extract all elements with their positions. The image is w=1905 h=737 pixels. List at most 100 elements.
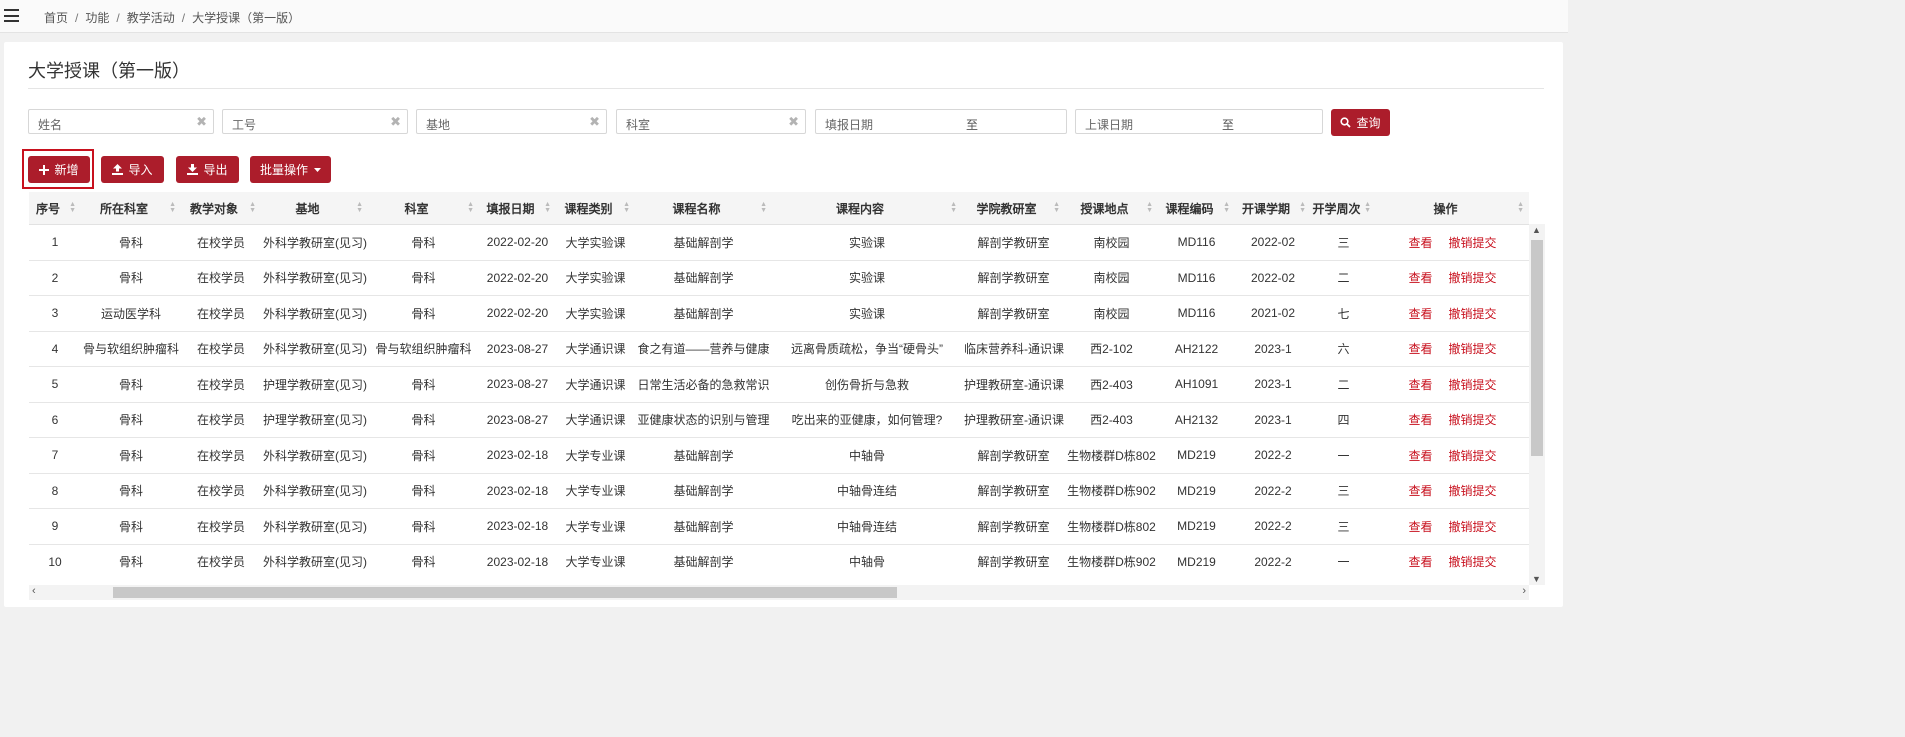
view-link[interactable]: 查看 <box>1408 271 1432 285</box>
column-header[interactable]: 所在科室 ▲ ▼ <box>81 192 181 225</box>
class-date-range-input[interactable]: 上课日期 至 <box>1075 109 1323 134</box>
column-header[interactable]: 课程类别 ▲ ▼ <box>556 192 635 225</box>
search-button-label: 查询 <box>1356 116 1381 130</box>
breadcrumb-teaching-activity[interactable]: 教学活动 <box>127 11 175 25</box>
table-row: 5 骨科 在校学员 护理学教研室(见习) 骨科 2023-08-27 大学通识课 日常生活必备… <box>29 366 1529 403</box>
column-header[interactable]: 课程内容 ▲ ▼ <box>772 192 962 225</box>
sort-icon[interactable]: ▲ ▼ <box>169 201 176 214</box>
column-header[interactable]: 科室 ▲ ▼ <box>368 192 479 225</box>
add-button[interactable]: 新增 <box>28 156 90 183</box>
column-header[interactable]: 操作 ▲ ▼ <box>1376 192 1529 225</box>
column-header[interactable]: 开课学期 ▲ ▼ <box>1235 192 1311 225</box>
table-cell: 骨科 <box>368 508 479 545</box>
view-link[interactable]: 查看 <box>1408 378 1432 392</box>
table-cell: 骨科 <box>368 473 479 509</box>
sort-icon[interactable]: ▲ ▼ <box>1223 201 1230 214</box>
view-link[interactable]: 查看 <box>1408 449 1432 463</box>
table-cell: MD219 <box>1158 508 1235 545</box>
view-link[interactable]: 查看 <box>1408 342 1432 356</box>
column-header[interactable]: 基地 ▲ ▼ <box>261 192 368 225</box>
breadcrumb-home[interactable]: 首页 <box>44 11 68 25</box>
horizontal-scroll-thumb[interactable] <box>113 587 897 598</box>
hamburger-menu-icon[interactable] <box>4 9 19 22</box>
revoke-submit-link[interactable]: 撤销提交 <box>1449 555 1497 569</box>
scroll-left-icon[interactable]: ‹ <box>32 585 36 597</box>
batch-operations-dropdown[interactable]: 批量操作 <box>250 156 331 183</box>
revoke-submit-link[interactable]: 撤销提交 <box>1449 520 1497 534</box>
table-cell: 1 <box>29 224 81 261</box>
id-filter-input[interactable]: 工号 ✖ <box>222 109 408 134</box>
view-link[interactable]: 查看 <box>1408 236 1432 250</box>
sort-icon[interactable]: ▲ ▼ <box>1146 201 1153 214</box>
scroll-up-icon[interactable]: ▲ <box>1532 225 1541 235</box>
revoke-submit-link[interactable]: 撤销提交 <box>1449 342 1497 356</box>
clear-icon[interactable]: ✖ <box>196 114 207 130</box>
fill-date-range-input[interactable]: 填报日期 至 <box>815 109 1067 134</box>
table-row: 2 骨科 在校学员 外科学教研室(见习) 骨科 2022-02-20 大学实验课 基础解剖学实… <box>29 260 1529 296</box>
view-link[interactable]: 查看 <box>1408 555 1432 569</box>
sort-icon[interactable]: ▲ ▼ <box>950 201 957 214</box>
column-header[interactable]: 教学对象 ▲ ▼ <box>181 192 261 225</box>
name-filter-input[interactable]: 姓名 ✖ <box>28 109 214 134</box>
scroll-down-icon[interactable]: ▼ <box>1532 574 1541 584</box>
revoke-submit-link[interactable]: 撤销提交 <box>1449 378 1497 392</box>
clear-icon[interactable]: ✖ <box>390 114 401 130</box>
column-header[interactable]: 开学周次 ▲ ▼ <box>1311 192 1376 225</box>
revoke-submit-link[interactable]: 撤销提交 <box>1449 307 1497 321</box>
revoke-submit-link[interactable]: 撤销提交 <box>1449 484 1497 498</box>
column-header-label: 学院教研室 <box>976 201 1037 216</box>
revoke-submit-link[interactable]: 撤销提交 <box>1449 449 1497 463</box>
vertical-scroll-thumb[interactable] <box>1531 240 1543 456</box>
import-button[interactable]: 导入 <box>101 156 164 183</box>
horizontal-scrollbar[interactable]: ‹ › <box>29 585 1529 600</box>
export-button[interactable]: 导出 <box>176 156 239 183</box>
view-link[interactable]: 查看 <box>1408 413 1432 427</box>
table-cell: 2022-2 <box>1235 437 1311 474</box>
column-header[interactable]: 课程名称 ▲ ▼ <box>635 192 772 225</box>
search-button[interactable]: 查询 <box>1331 109 1390 136</box>
table-cell: 生物楼群D栋802 <box>1065 508 1158 545</box>
table-cell: 在校学员 <box>181 366 261 403</box>
sort-icon[interactable]: ▲ ▼ <box>69 201 76 214</box>
revoke-submit-link[interactable]: 撤销提交 <box>1449 413 1497 427</box>
table-cell: 解剖学教研室 <box>962 473 1065 509</box>
column-header[interactable]: 学院教研室 ▲ ▼ <box>962 192 1065 225</box>
breadcrumb-function[interactable]: 功能 <box>85 11 109 25</box>
column-header[interactable]: 序号 ▲ ▼ <box>29 192 81 225</box>
sort-icon[interactable]: ▲ ▼ <box>356 201 363 214</box>
revoke-submit-link[interactable]: 撤销提交 <box>1449 271 1497 285</box>
clear-icon[interactable]: ✖ <box>589 114 600 130</box>
column-header[interactable]: 课程编码 ▲ ▼ <box>1158 192 1235 225</box>
table-cell: 大学实验课 <box>556 295 635 332</box>
sort-icon[interactable]: ▲ ▼ <box>760 201 767 214</box>
scroll-right-icon[interactable]: › <box>1522 585 1526 597</box>
table-cell: 基础解剖学 <box>635 260 772 296</box>
table-cell: 外科学教研室(见习) <box>261 331 368 367</box>
table-cell: 实验课 <box>772 295 962 332</box>
sort-icon[interactable]: ▲ ▼ <box>623 201 630 214</box>
table-cell: 骨科 <box>368 366 479 403</box>
sort-icon[interactable]: ▲ ▼ <box>467 201 474 214</box>
column-header[interactable]: 填报日期 ▲ ▼ <box>479 192 556 225</box>
revoke-submit-link[interactable]: 撤销提交 <box>1449 236 1497 250</box>
table-cell: 远离骨质疏松，争当“硬骨头” <box>772 331 962 367</box>
table-cell: 生物楼群D栋902 <box>1065 473 1158 509</box>
sort-icon[interactable]: ▲ ▼ <box>1053 201 1060 214</box>
clear-icon[interactable]: ✖ <box>788 114 799 130</box>
vertical-scrollbar[interactable]: ▲ ▼ <box>1529 224 1545 585</box>
view-link[interactable]: 查看 <box>1408 484 1432 498</box>
column-header[interactable]: 授课地点 ▲ ▼ <box>1065 192 1158 225</box>
column-header-label: 序号 <box>35 201 60 216</box>
table-cell: 基础解剖学 <box>635 544 772 579</box>
table-cell: 2023-1 <box>1235 331 1311 367</box>
sort-icon[interactable]: ▲ ▼ <box>249 201 256 214</box>
view-link[interactable]: 查看 <box>1408 520 1432 534</box>
view-link[interactable]: 查看 <box>1408 307 1432 321</box>
sort-icon[interactable]: ▲ ▼ <box>1299 201 1306 214</box>
dept-filter-select[interactable]: 科室 ✖ <box>616 109 806 134</box>
sort-icon[interactable]: ▲ ▼ <box>1517 201 1524 214</box>
base-filter-select[interactable]: 基地 ✖ <box>416 109 607 134</box>
sort-icon[interactable]: ▲ ▼ <box>1364 201 1371 214</box>
sort-icon[interactable]: ▲ ▼ <box>544 201 551 214</box>
table-cell: 2023-02-18 <box>479 473 556 509</box>
